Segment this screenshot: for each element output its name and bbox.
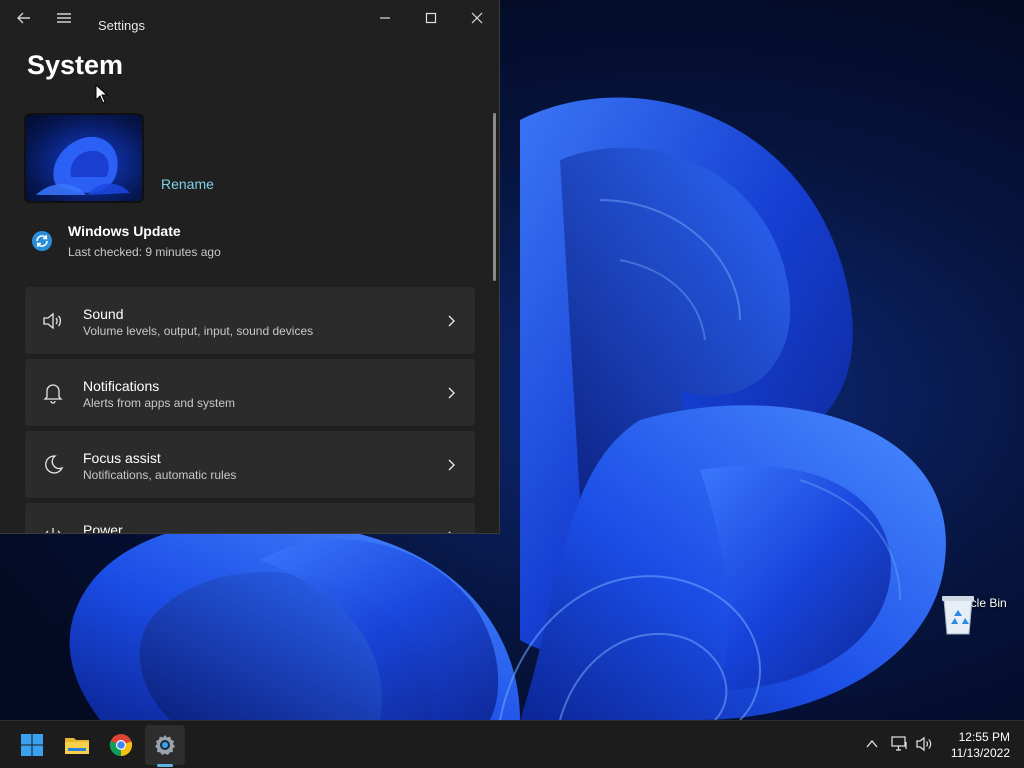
- settings-item-title: Power: [83, 522, 123, 534]
- minimize-icon: [380, 17, 390, 19]
- taskbar: 12:55 PM 11/13/2022: [0, 720, 1024, 768]
- taskbar-file-explorer[interactable]: [57, 725, 97, 765]
- moon-icon: [45, 455, 64, 474]
- back-arrow-icon: [17, 12, 30, 24]
- chevron-right-icon: [448, 531, 451, 533]
- settings-item-power[interactable]: Power: [25, 503, 475, 534]
- close-button[interactable]: [454, 0, 499, 36]
- wallpaper-preview-bloom: [36, 136, 130, 195]
- device-wallpaper-thumbnail: [24, 113, 144, 203]
- settings-item-focus-assist[interactable]: Focus assist Notifications, automatic ru…: [25, 431, 475, 498]
- settings-item-subtitle: Volume levels, output, input, sound devi…: [83, 324, 314, 338]
- rename-pc-link[interactable]: Rename: [161, 176, 214, 192]
- network-tray-button[interactable]: [889, 733, 911, 755]
- settings-gear-icon: [155, 735, 175, 755]
- chevron-right-icon: [448, 315, 455, 327]
- taskbar-chrome[interactable]: [101, 725, 141, 765]
- recycle-bin-shortcut[interactable]: Recycle Bin: [938, 592, 1012, 666]
- network-icon: [891, 736, 907, 751]
- settings-item-title: Notifications: [83, 378, 160, 394]
- active-app-indicator: [157, 764, 173, 767]
- show-hidden-icons-button[interactable]: [861, 733, 883, 755]
- clock-date: 11/13/2022: [950, 746, 1010, 760]
- settings-item-subtitle: Alerts from apps and system: [83, 396, 236, 410]
- close-icon: [471, 12, 483, 24]
- volume-tray-button[interactable]: [914, 733, 936, 755]
- title-bar[interactable]: Settings: [0, 0, 499, 50]
- hamburger-icon: [57, 13, 71, 23]
- bell-icon: [43, 384, 63, 404]
- chevron-up-icon: [866, 739, 878, 748]
- settings-item-sound[interactable]: Sound Volume levels, output, input, soun…: [25, 287, 475, 354]
- file-explorer-icon: [65, 738, 89, 754]
- start-button[interactable]: [12, 725, 52, 765]
- clock-time: 12:55 PM: [958, 730, 1010, 744]
- chevron-right-icon: [448, 459, 455, 471]
- mouse-cursor-icon: [95, 84, 109, 104]
- settings-list: Sound Volume levels, output, input, soun…: [25, 287, 475, 534]
- windows-update-status: Last checked: 9 minutes ago: [68, 245, 221, 259]
- maximize-icon: [425, 12, 437, 24]
- windows-update-sync-icon: [32, 231, 52, 251]
- settings-item-subtitle: Notifications, automatic rules: [83, 468, 237, 482]
- recycle-bin-icon: [942, 596, 974, 635]
- scrollbar-thumb[interactable]: [493, 113, 496, 281]
- volume-icon: [916, 736, 932, 752]
- chevron-right-icon: [448, 387, 455, 399]
- settings-window: Settings System Rename Windows Update La…: [0, 0, 500, 534]
- taskbar-clock[interactable]: 12:55 PM 11/13/2022: [940, 729, 1010, 761]
- maximize-button[interactable]: [408, 0, 454, 36]
- settings-item-notifications[interactable]: Notifications Alerts from apps and syste…: [25, 359, 475, 426]
- nav-menu-button[interactable]: [41, 0, 87, 36]
- settings-item-title: Sound: [83, 306, 124, 322]
- speaker-icon: [43, 312, 62, 330]
- settings-item-title: Focus assist: [83, 450, 161, 466]
- chrome-icon: [109, 734, 133, 757]
- windows-start-icon: [21, 734, 43, 756]
- page-title: System: [27, 50, 124, 80]
- windows-update-title: Windows Update: [68, 223, 181, 239]
- taskbar-settings[interactable]: [145, 725, 185, 765]
- window-title: Settings: [98, 18, 145, 33]
- minimize-button[interactable]: [362, 0, 408, 36]
- power-icon: [45, 528, 61, 533]
